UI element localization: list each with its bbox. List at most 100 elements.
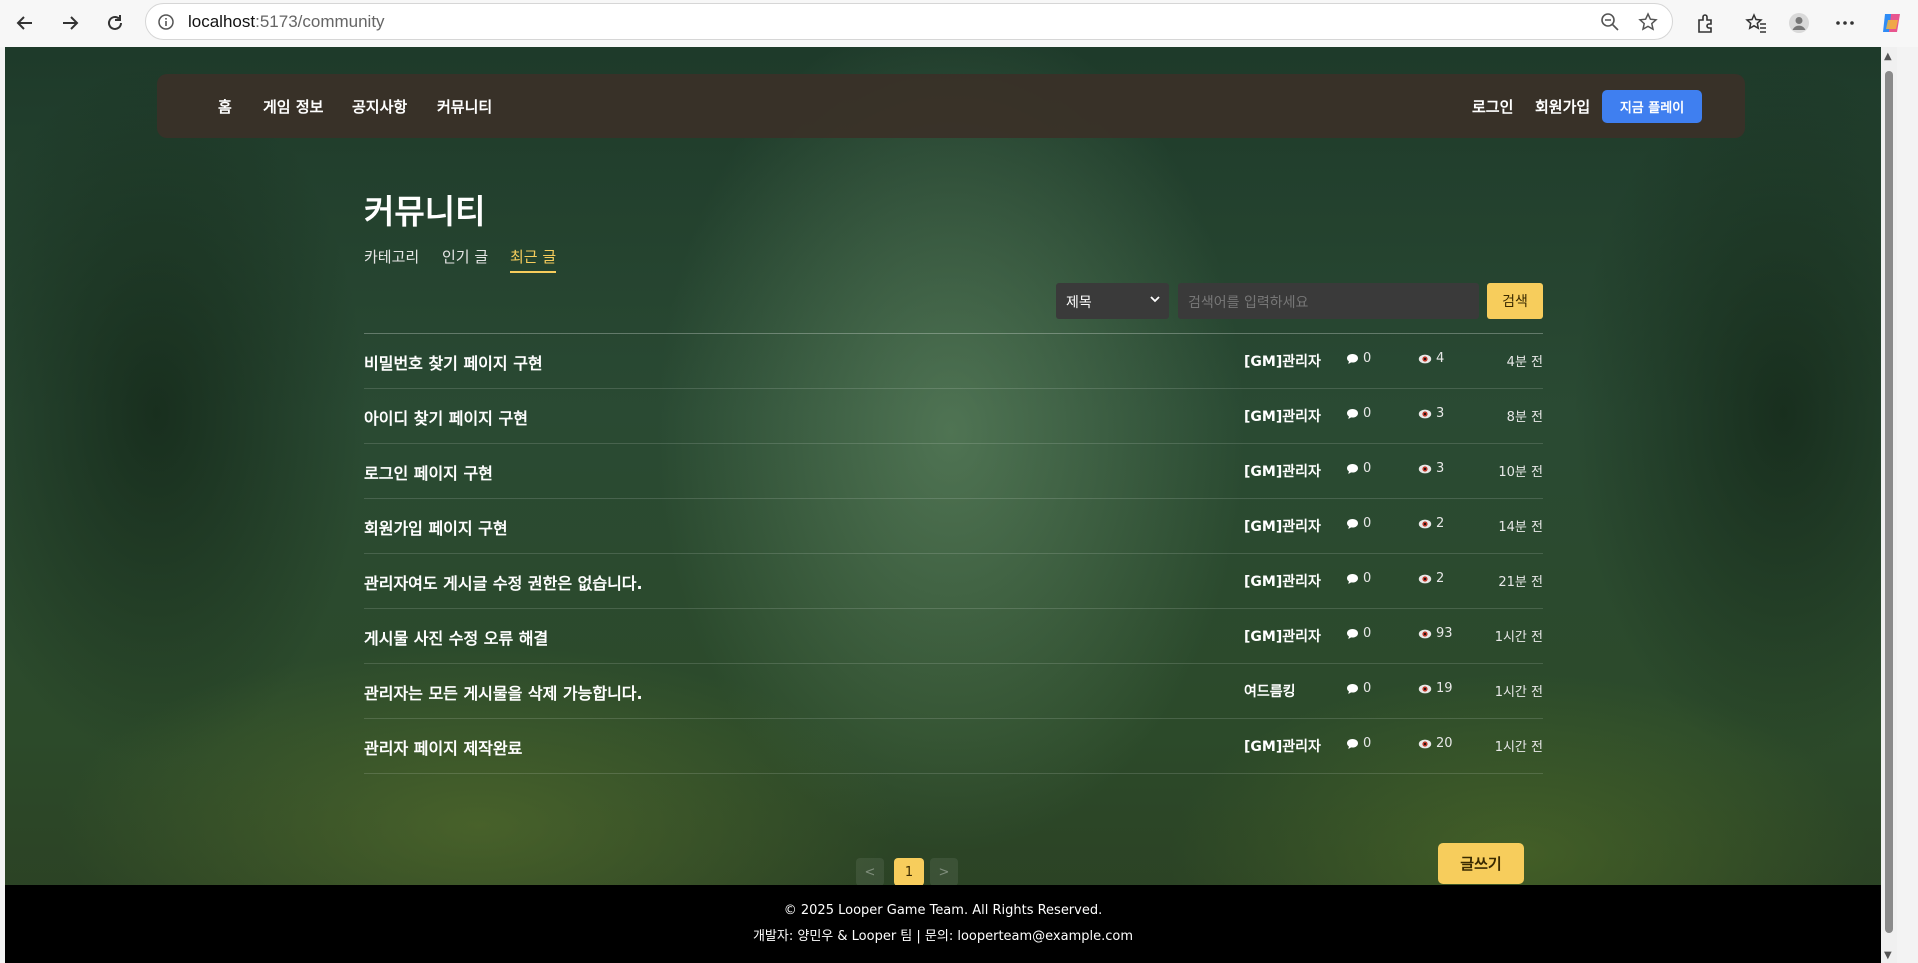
- post-row[interactable]: 회원가입 페이지 구현 [GM]관리자 0 2 14분 전: [364, 498, 1543, 554]
- post-row[interactable]: 관리자 페이지 제작완료 [GM]관리자 0 20 1시간 전: [364, 718, 1543, 774]
- view-count-value: 2: [1436, 516, 1445, 531]
- post-time: 1시간 전: [1494, 740, 1543, 755]
- url-path: :5173/community: [255, 12, 385, 31]
- comment-icon: [1347, 408, 1358, 419]
- nav-game-info[interactable]: 게임 정보: [263, 96, 323, 117]
- comment-count: 0: [1346, 626, 1371, 641]
- play-now-button[interactable]: 지금 플레이: [1602, 90, 1702, 123]
- post-title[interactable]: 로그인 페이지 구현: [364, 460, 493, 484]
- view-count: 2: [1418, 516, 1478, 531]
- view-count: 4: [1418, 351, 1478, 366]
- tab-recent[interactable]: 최근 글: [510, 246, 557, 273]
- profile-icon[interactable]: [1785, 9, 1813, 37]
- reload-icon[interactable]: [100, 8, 130, 38]
- search-button[interactable]: 검색: [1487, 283, 1543, 319]
- comment-count: 0: [1346, 461, 1371, 476]
- favorites-icon[interactable]: [1742, 9, 1770, 37]
- post-time: 1시간 전: [1494, 630, 1543, 645]
- post-title[interactable]: 관리자는 모든 게시물을 삭제 가능합니다.: [364, 680, 643, 704]
- view-count: 19: [1418, 681, 1478, 696]
- post-time: 10분 전: [1498, 465, 1543, 480]
- tab-category[interactable]: 카테고리: [364, 246, 419, 267]
- view-count: 3: [1418, 406, 1478, 421]
- url-host: localhost: [188, 12, 256, 31]
- comment-icon: [1347, 628, 1358, 639]
- comment-count: 0: [1346, 351, 1371, 366]
- eye-icon: [1418, 354, 1432, 363]
- zoom-icon[interactable]: [1600, 12, 1620, 36]
- scrollbar-thumb[interactable]: [1885, 71, 1893, 933]
- search-field-select[interactable]: 제목: [1056, 283, 1169, 319]
- tab-popular[interactable]: 인기 글: [442, 246, 488, 267]
- more-options-icon[interactable]: [1831, 9, 1859, 37]
- eye-icon: [1418, 684, 1432, 693]
- scroll-down-icon[interactable]: ▼: [1884, 950, 1892, 961]
- view-count-value: 3: [1436, 406, 1445, 421]
- view-count: 3: [1418, 461, 1478, 476]
- search-input[interactable]: 검색어를 입력하세요: [1178, 283, 1479, 319]
- login-link[interactable]: 로그인: [1472, 96, 1513, 117]
- post-time: 14분 전: [1498, 520, 1543, 535]
- comment-count-value: 0: [1363, 461, 1372, 476]
- post-time: 8분 전: [1506, 410, 1543, 425]
- write-post-button[interactable]: 글쓰기: [1438, 843, 1524, 884]
- comment-count-value: 0: [1363, 351, 1372, 366]
- post-time: 4분 전: [1506, 355, 1543, 370]
- eye-icon: [1418, 409, 1432, 418]
- nav-home[interactable]: 홈: [218, 96, 232, 117]
- nav-community[interactable]: 커뮤니티: [437, 96, 492, 117]
- post-title[interactable]: 관리자 페이지 제작완료: [364, 735, 522, 759]
- post-title[interactable]: 회원가입 페이지 구현: [364, 515, 508, 539]
- comment-icon: [1347, 573, 1358, 584]
- address-bar[interactable]: localhost:5173/community: [145, 3, 1673, 40]
- post-row[interactable]: 아이디 찾기 페이지 구현 [GM]관리자 0 3 8분 전: [364, 388, 1543, 444]
- post-author: [GM]관리자: [1244, 574, 1321, 590]
- comment-count-value: 0: [1363, 681, 1372, 696]
- post-author: [GM]관리자: [1244, 354, 1321, 370]
- post-row[interactable]: 게시물 사진 수정 오류 해결 [GM]관리자 0 93 1시간 전: [364, 608, 1543, 664]
- eye-icon: [1418, 519, 1432, 528]
- prev-page-button[interactable]: <: [856, 858, 884, 886]
- comment-icon: [1347, 683, 1358, 694]
- extensions-icon[interactable]: [1692, 9, 1720, 37]
- post-row[interactable]: 비밀번호 찾기 페이지 구현 [GM]관리자 0 4 4분 전: [364, 333, 1543, 389]
- comment-icon: [1347, 353, 1358, 364]
- page-scrollbar[interactable]: ▲ ▼: [1881, 47, 1897, 963]
- next-page-button[interactable]: >: [930, 858, 958, 886]
- page-1-button[interactable]: 1: [894, 858, 924, 886]
- post-author: [GM]관리자: [1244, 519, 1321, 535]
- post-row[interactable]: 관리자여도 게시글 수정 권한은 없습니다. [GM]관리자 0 2 21분 전: [364, 553, 1543, 609]
- favorite-star-icon[interactable]: [1638, 12, 1658, 36]
- search-field-value: 제목: [1066, 295, 1092, 311]
- back-icon[interactable]: [10, 8, 40, 38]
- nav-notice[interactable]: 공지사항: [352, 96, 407, 117]
- comment-count: 0: [1346, 516, 1371, 531]
- eye-icon: [1418, 464, 1432, 473]
- page-title: 커뮤니티: [364, 192, 486, 231]
- post-title[interactable]: 아이디 찾기 페이지 구현: [364, 405, 528, 429]
- view-count-value: 93: [1436, 626, 1453, 641]
- post-time: 21분 전: [1498, 575, 1543, 590]
- view-count-value: 2: [1436, 571, 1445, 586]
- comment-icon: [1347, 738, 1358, 749]
- comment-count-value: 0: [1363, 571, 1372, 586]
- comment-count: 0: [1346, 406, 1371, 421]
- signup-link[interactable]: 회원가입: [1535, 96, 1590, 117]
- forward-icon[interactable]: [55, 8, 85, 38]
- site-header: 홈 게임 정보 공지사항 커뮤니티 로그인 회원가입 지금 플레이: [157, 74, 1745, 138]
- comment-count-value: 0: [1363, 516, 1372, 531]
- post-row[interactable]: 로그인 페이지 구현 [GM]관리자 0 3 10분 전: [364, 443, 1543, 499]
- post-title[interactable]: 게시물 사진 수정 오류 해결: [364, 625, 548, 649]
- post-author: [GM]관리자: [1244, 629, 1321, 645]
- post-title[interactable]: 관리자여도 게시글 수정 권한은 없습니다.: [364, 570, 643, 594]
- url-text[interactable]: localhost:5173/community: [188, 12, 385, 32]
- site-info-icon[interactable]: [156, 12, 176, 32]
- copilot-icon[interactable]: [1878, 9, 1906, 37]
- footer-credits: 개발자: 양민우 & Looper 팀 | 문의: looperteam@exa…: [752, 929, 1134, 944]
- chevron-down-icon: [1149, 293, 1161, 309]
- post-row[interactable]: 관리자는 모든 게시물을 삭제 가능합니다. 여드름킹 0 19 1시간 전: [364, 663, 1543, 719]
- post-title[interactable]: 비밀번호 찾기 페이지 구현: [364, 350, 543, 374]
- scroll-up-icon[interactable]: ▲: [1884, 51, 1892, 62]
- view-count-value: 3: [1436, 461, 1445, 476]
- post-author: [GM]관리자: [1244, 464, 1321, 480]
